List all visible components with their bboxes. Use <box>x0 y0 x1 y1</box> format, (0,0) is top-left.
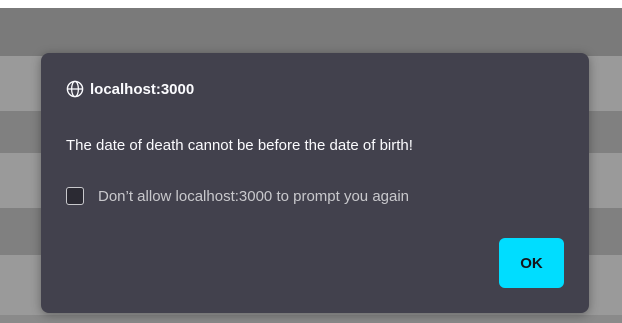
origin-text: localhost:3000 <box>90 80 195 98</box>
background-stripe <box>0 8 622 56</box>
dialog-message: The date of death cannot be before the d… <box>66 137 413 154</box>
background-stripe <box>0 315 622 323</box>
background-stripe <box>0 0 622 8</box>
globe-icon <box>66 80 84 98</box>
ok-button[interactable]: OK <box>499 238 564 288</box>
alert-dialog: localhost:3000 The date of death cannot … <box>41 53 589 313</box>
dialog-origin: localhost:3000 <box>66 80 194 98</box>
suppress-prompts-checkbox[interactable] <box>66 187 84 205</box>
suppress-prompts-label[interactable]: Don’t allow localhost:3000 to prompt you… <box>98 188 409 205</box>
suppress-prompts-option[interactable]: Don’t allow localhost:3000 to prompt you… <box>66 187 409 205</box>
